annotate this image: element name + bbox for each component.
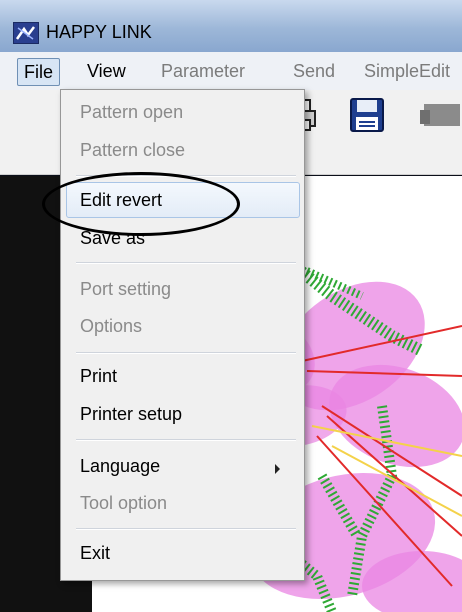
menu-separator: [76, 352, 296, 354]
file-menu-dropdown: Pattern open Pattern close Edit revert S…: [60, 89, 305, 581]
menu-item-print[interactable]: Print: [80, 360, 290, 392]
menu-separator: [76, 439, 296, 441]
menu-file[interactable]: File: [17, 58, 61, 86]
send-icon[interactable]: [418, 96, 460, 134]
title-bar: HAPPY LINK: [0, 0, 462, 53]
app-logo-icon: [13, 22, 39, 44]
menu-item-language[interactable]: Language: [80, 450, 290, 482]
annotation-circle: [42, 172, 240, 236]
submenu-arrow-icon: [275, 464, 280, 474]
menu-item-printer-setup[interactable]: Printer setup: [80, 398, 290, 430]
menu-item-port-setting[interactable]: Port setting: [80, 273, 290, 305]
menu-item-pattern-close[interactable]: Pattern close: [80, 134, 290, 166]
menu-item-exit[interactable]: Exit: [80, 537, 290, 569]
menu-simpleedit[interactable]: SimpleEdit: [358, 58, 456, 84]
menu-parameter[interactable]: Parameter: [155, 58, 251, 84]
window-title: HAPPY LINK: [46, 22, 152, 42]
menu-item-pattern-open[interactable]: Pattern open: [80, 96, 290, 128]
menu-separator: [76, 262, 296, 264]
menu-item-options[interactable]: Options: [80, 310, 290, 342]
menu-separator: [76, 528, 296, 530]
menu-view[interactable]: View: [81, 58, 132, 84]
menu-send[interactable]: Send: [287, 58, 341, 84]
save-icon[interactable]: [348, 96, 386, 134]
menu-item-tool-option[interactable]: Tool option: [80, 487, 290, 519]
menu-bar: File View Parameter Send SimpleEdit: [0, 52, 462, 91]
